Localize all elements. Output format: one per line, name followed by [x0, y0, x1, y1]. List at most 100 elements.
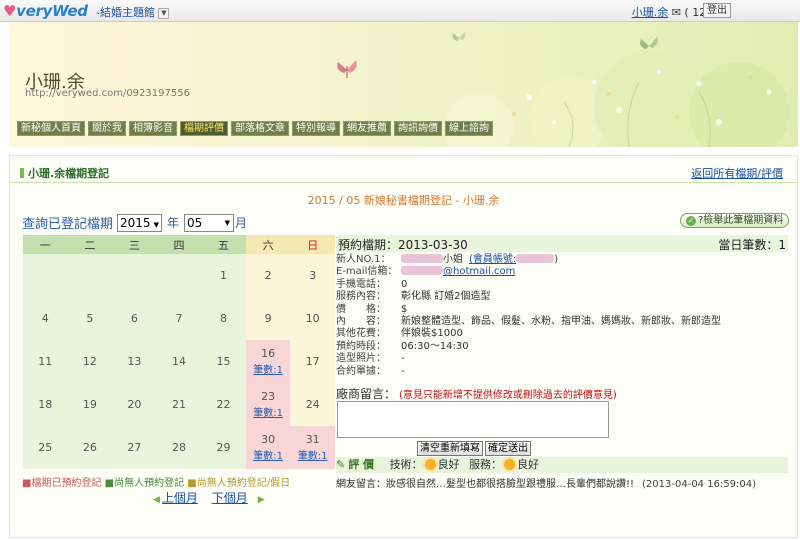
calendar-day[interactable]: 20	[112, 383, 157, 426]
user-comment: 網友留言：妝感很自然…髮型也都很搭臉型跟禮服…長輩們都說讚!! (2013-04-…	[336, 475, 756, 490]
chevron-down-icon: ▼	[153, 220, 159, 229]
detail-value: 伴娘裝$1000	[401, 328, 463, 340]
nav-item[interactable]: 詢訊詢價	[394, 121, 442, 136]
submit-button[interactable]: 確定送出	[485, 441, 531, 456]
day-number: 12	[82, 355, 97, 368]
chevron-down-icon[interactable]: ▼	[158, 7, 170, 19]
calendar-day[interactable]: 31 筆數:1	[290, 426, 335, 469]
day-number: 14	[171, 355, 186, 368]
calendar-day[interactable]: 12	[67, 340, 113, 383]
detail-key: 手機電話：	[336, 278, 386, 290]
calendar-day[interactable]: 24	[290, 383, 335, 426]
nav-item[interactable]: 網友推薦	[343, 121, 391, 136]
booking-count-link[interactable]: 筆數:1	[246, 361, 291, 376]
calendar-day[interactable]: 28	[156, 426, 202, 469]
back-to-all-link[interactable]: 返回所有檔期/評價	[691, 165, 783, 181]
calendar-day[interactable]: 15	[201, 340, 246, 383]
day-number: 19	[82, 398, 97, 411]
calendar-day[interactable]: 13	[112, 340, 157, 383]
calendar-day[interactable]: 17	[290, 340, 335, 383]
tech-value: 良好	[437, 458, 460, 471]
weekday-header: 一	[23, 235, 68, 254]
clear-button[interactable]: 清空重新填寫	[417, 441, 483, 456]
nav-item[interactable]: 特別報導	[292, 121, 340, 136]
calendar-day[interactable]: 10	[290, 297, 335, 340]
detail-key: 內 容：	[336, 315, 386, 327]
next-month-link[interactable]: 下個月	[212, 491, 248, 505]
day-number: 30	[261, 433, 276, 446]
prev-month-link[interactable]: 上個月	[162, 491, 198, 505]
nav-item[interactable]: 檔期評價	[180, 121, 228, 136]
detail-row: 價 格： $	[336, 304, 788, 316]
nav-item[interactable]: 新秘個人首頁	[17, 121, 85, 136]
calendar-day[interactable]: 2	[245, 254, 291, 297]
nav-item[interactable]: 線上諮詢	[445, 121, 493, 136]
mail-icon[interactable]: ✉	[672, 6, 681, 19]
detail-value: $	[401, 303, 408, 315]
detail-value: 06:30～14:30	[401, 340, 469, 352]
triangle-left-icon: ◀	[153, 495, 160, 505]
email-link[interactable]: @hotmail.com	[443, 266, 515, 277]
year-select[interactable]: 2015 ▼	[117, 213, 162, 232]
detail-key: 其他花費：	[336, 328, 386, 340]
calendar-day[interactable]: 11	[23, 340, 68, 383]
day-number: 6	[130, 312, 138, 325]
booking-count-link[interactable]: 筆數:1	[246, 404, 291, 419]
booking-count-link[interactable]: 筆數:1	[246, 447, 291, 462]
detail-key: E-mail信箱：	[336, 266, 398, 278]
calendar-day[interactable]: 27	[112, 426, 157, 469]
calendar-day[interactable]: 4	[23, 297, 68, 340]
detail-row: 服務內容： 彰化縣 訂婚2個造型	[336, 291, 788, 303]
profile-url[interactable]: http://verywed.com/0923197556	[25, 88, 190, 99]
calendar-subtitle: 2015 / 05 新娘秘書檔期登記 - 小珊.余	[307, 194, 500, 207]
calendar-day[interactable]: 8	[201, 297, 246, 340]
theme-hall-menu[interactable]: -結婚主題館 ▼	[96, 4, 170, 20]
booking-detail: 預約檔期：2013-03-30 當日筆數：1 新人NO.1： 小姐 (會員帳號:) E…	[336, 235, 788, 378]
service-label: 服務：	[469, 458, 503, 471]
logout-button[interactable]: 登出	[703, 3, 731, 18]
detail-row: 合約單據： -	[336, 366, 788, 378]
month-select[interactable]: 05 ▼	[183, 213, 234, 232]
calendar-day[interactable]: 14	[156, 340, 202, 383]
calendar-grid: 一二三四五六日 1 2 3 4 5 6 7 8 9 10 11 12 13 14 15 16 筆數:1 17 18 1…	[23, 235, 335, 469]
month-pager: ◀ 上個月 下個月 ▶	[153, 489, 267, 506]
username-link[interactable]: 小珊.余	[632, 6, 669, 19]
calendar-day[interactable]: 5	[67, 297, 113, 340]
query-row: 查詢已登記檔期 2015 ▼ 年 05 ▼ 月	[22, 213, 247, 232]
calendar-day[interactable]: 23 筆數:1	[245, 383, 291, 426]
vendor-message-textarea[interactable]	[337, 401, 609, 438]
day-number: 3	[309, 269, 317, 282]
day-number: 20	[127, 398, 142, 411]
booking-count-link[interactable]: 筆數:1	[290, 447, 335, 462]
calendar-day[interactable]: 18	[23, 383, 68, 426]
legend-free: ■尚無人預約登記	[104, 478, 185, 489]
calendar-day[interactable]: 29	[201, 426, 246, 469]
calendar-day[interactable]: 19	[67, 383, 113, 426]
calendar-day[interactable]: 21	[156, 383, 202, 426]
day-number: 31	[305, 433, 320, 446]
calendar-day[interactable]: 3	[290, 254, 335, 297]
detail-value: 小姐	[443, 254, 463, 265]
nav-item[interactable]: 相簿影音	[129, 121, 177, 136]
calendar-day[interactable]: 16 筆數:1	[245, 340, 291, 383]
calendar-day[interactable]: 1	[201, 254, 246, 297]
calendar-day[interactable]: 9	[245, 297, 291, 340]
detail-row: E-mail信箱： @hotmail.com	[336, 266, 788, 278]
member-account-link[interactable]: (會員帳號:	[469, 254, 516, 265]
chevron-down-icon: ▼	[224, 218, 230, 227]
nav-item[interactable]: 部落格文章	[231, 121, 289, 136]
vendor-form-buttons: 清空重新填寫 確定送出	[417, 441, 531, 456]
detail-key: 價 格：	[336, 303, 386, 315]
calendar-day[interactable]: 30 筆數:1	[245, 426, 291, 469]
calendar-day[interactable]: 26	[67, 426, 113, 469]
detail-row: 手機電話： 0	[336, 279, 788, 291]
calendar-day[interactable]: 7	[156, 297, 202, 340]
site-logo[interactable]: ♥veryWed	[3, 2, 88, 20]
legend-free-holiday: ■尚無人預約登記/假日	[187, 478, 291, 489]
calendar-day[interactable]: 22	[201, 383, 246, 426]
nav-item[interactable]: 關於我	[88, 121, 126, 136]
calendar-day[interactable]: 6	[112, 297, 157, 340]
day-number: 11	[38, 355, 53, 368]
calendar-day[interactable]: 25	[23, 426, 68, 469]
report-button[interactable]: ✓ ?檢舉此筆檔期資料	[680, 213, 790, 228]
